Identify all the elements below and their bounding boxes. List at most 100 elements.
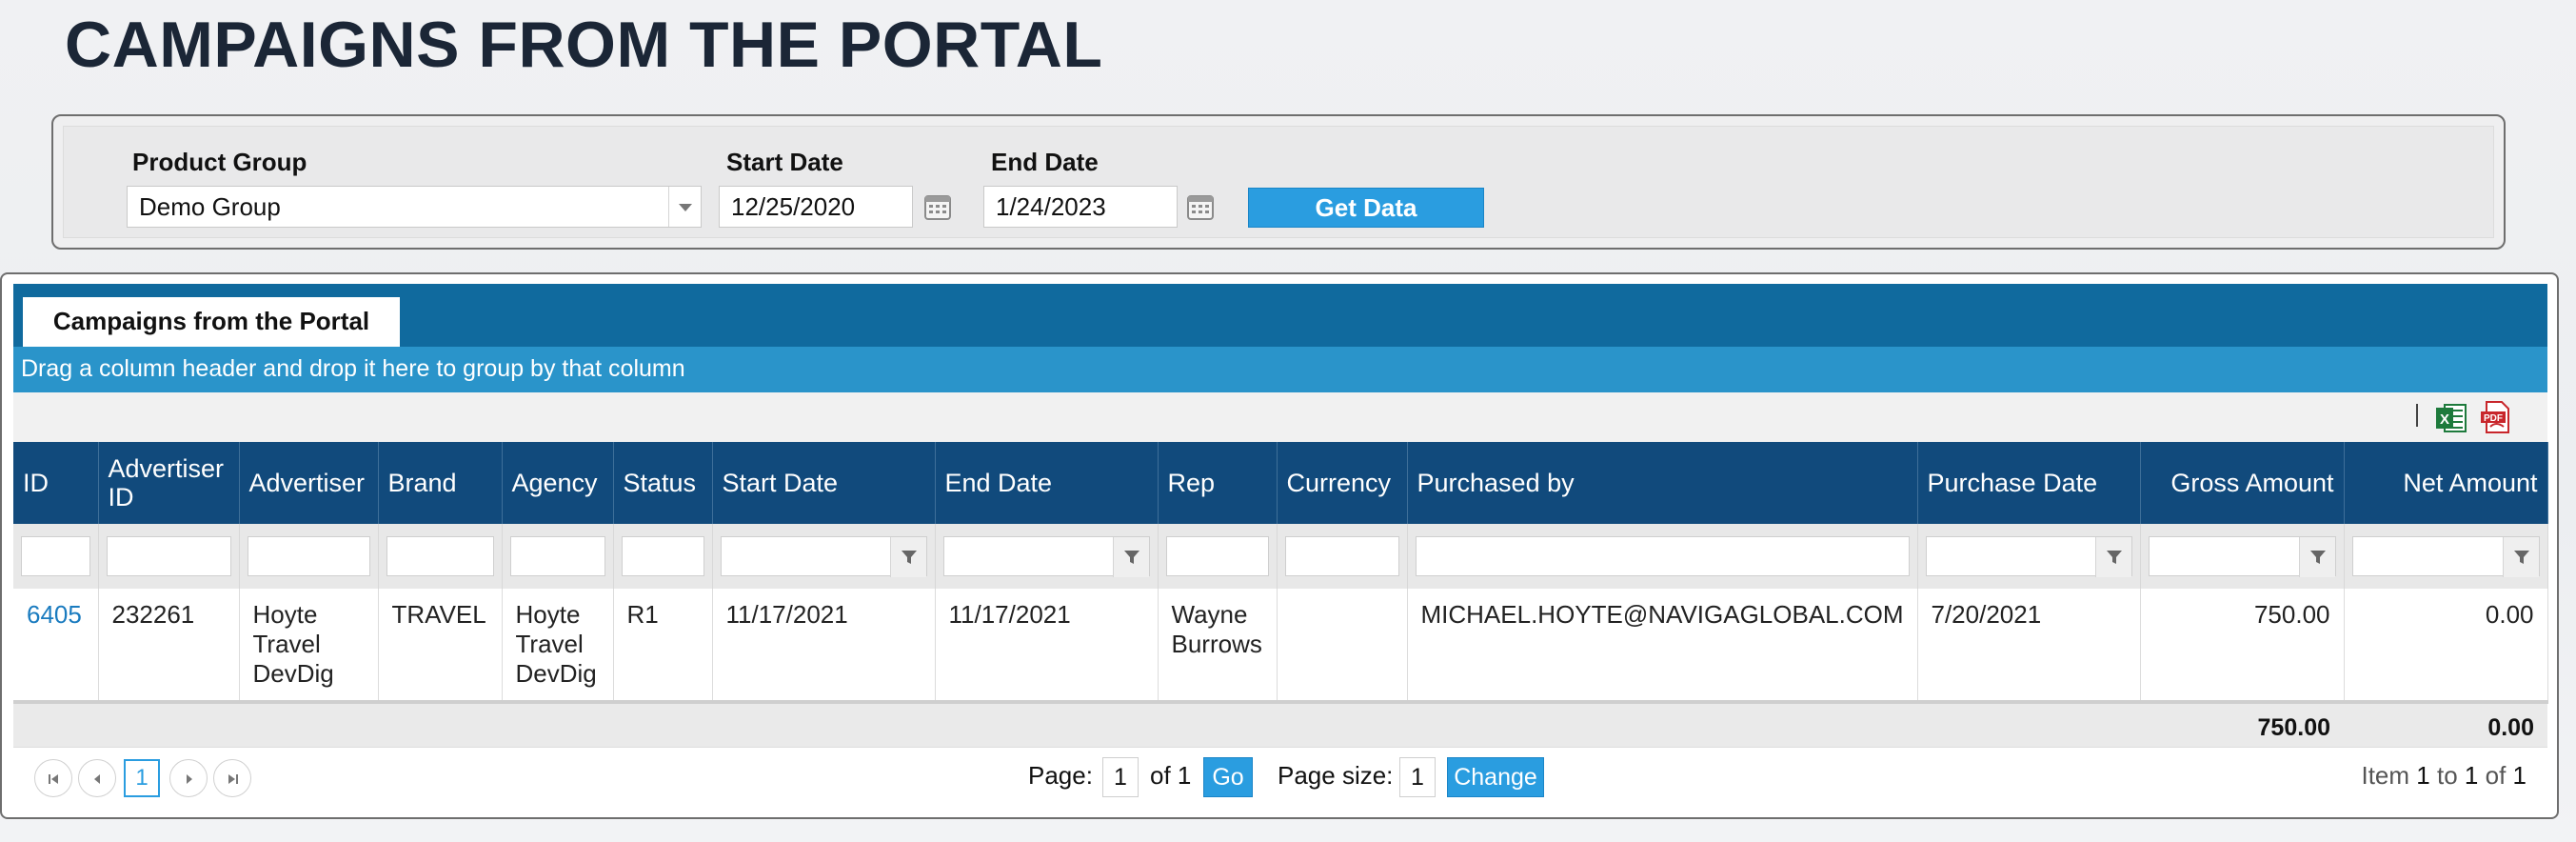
svg-text:PDF: PDF: [2484, 413, 2503, 424]
table-row[interactable]: 6405 232261 Hoyte Travel DevDig TRAVEL H…: [13, 589, 2548, 702]
cell-brand: TRAVEL: [378, 589, 503, 702]
filter-input-brand[interactable]: [386, 536, 494, 576]
cell-agency: Hoyte Travel DevDig: [502, 589, 614, 702]
cell-advertiser-id: 232261: [98, 589, 240, 702]
filter-row: [13, 524, 2548, 589]
tab-strip: Campaigns from the Portal: [13, 284, 2547, 347]
cell-net-amount: 0.00: [2344, 589, 2548, 702]
end-date-label: End Date: [991, 148, 1099, 176]
toolbar-separator: [2416, 404, 2418, 427]
dropdown-arrow-icon[interactable]: [668, 187, 701, 227]
product-group-value: Demo Group: [139, 192, 281, 221]
column-header-advertiser[interactable]: Advertiser: [239, 442, 379, 524]
totals-spacer: [13, 700, 2140, 752]
column-header-net-amount[interactable]: Net Amount: [2344, 442, 2548, 524]
filter-input-rep[interactable]: [1165, 536, 1269, 576]
cell-start-date: 11/17/2021: [712, 589, 936, 702]
cell-rep: Wayne Burrows: [1158, 589, 1278, 702]
filter-input-gross-amount[interactable]: [2148, 536, 2336, 577]
calendar-icon[interactable]: [1185, 191, 1216, 222]
filter-input-purchased-by[interactable]: [1415, 536, 1910, 576]
column-header-purchase-date[interactable]: Purchase Date: [1917, 442, 2141, 524]
filter-input-start-date[interactable]: [720, 536, 927, 577]
column-header-status[interactable]: Status: [613, 442, 713, 524]
filter-icon[interactable]: [2298, 537, 2335, 577]
campaigns-grid: Campaigns from the Portal Drag a column …: [0, 272, 2559, 819]
cell-advertiser: Hoyte Travel DevDig: [239, 589, 379, 702]
end-date-input[interactable]: 1/24/2023: [983, 186, 1178, 228]
filter-input-agency[interactable]: [509, 536, 605, 576]
prev-page-icon: [94, 774, 100, 784]
prev-page-button[interactable]: [78, 759, 116, 797]
first-page-icon: [49, 774, 58, 784]
campaign-id-link[interactable]: 6405: [27, 600, 82, 629]
column-header-currency[interactable]: Currency: [1277, 442, 1408, 524]
filter-input-end-date[interactable]: [942, 536, 1150, 577]
filter-panel: Product Group Start Date End Date Demo G…: [51, 114, 2506, 250]
total-net-amount: 0.00: [2344, 700, 2547, 752]
item-range-info: Item 1 to 1 of 1: [2361, 761, 2526, 791]
data-table: ID Advertiser ID Advertiser Brand Agency…: [13, 442, 2548, 752]
column-header-rep[interactable]: Rep: [1158, 442, 1278, 524]
page-label: Page:: [1028, 761, 1093, 790]
last-page-button[interactable]: [213, 759, 251, 797]
calendar-icon[interactable]: [922, 191, 953, 222]
current-page-indicator[interactable]: 1: [124, 759, 160, 797]
last-page-icon: [228, 774, 238, 784]
item-to-label: to: [2436, 761, 2458, 790]
filter-panel-inner: Product Group Start Date End Date Demo G…: [63, 126, 2494, 238]
filter-input-purchase-date[interactable]: [1925, 536, 2132, 577]
cell-status: R1: [613, 589, 713, 702]
pdf-export-icon[interactable]: PDF: [2479, 400, 2511, 434]
totals-row: 750.00 0.00: [13, 700, 2547, 752]
group-by-drop-area[interactable]: Drag a column header and drop it here to…: [13, 347, 2547, 392]
column-header-purchased-by[interactable]: Purchased by: [1407, 442, 1918, 524]
filter-input-advertiser[interactable]: [247, 536, 370, 576]
tab-campaigns[interactable]: Campaigns from the Portal: [23, 297, 400, 347]
grid-toolbar: X PDF: [13, 392, 2547, 442]
column-header-start-date[interactable]: Start Date: [712, 442, 936, 524]
product-group-select[interactable]: Demo Group: [127, 186, 702, 228]
get-data-button[interactable]: Get Data: [1248, 188, 1484, 228]
page-size-input[interactable]: 1: [1399, 757, 1436, 797]
page-size-label: Page size:: [1278, 761, 1394, 790]
cell-purchased-by: MICHAEL.HOYTE@NAVIGAGLOBAL.COM: [1407, 589, 1918, 702]
svg-text:X: X: [2440, 411, 2449, 428]
column-header-id[interactable]: ID: [13, 442, 99, 524]
column-header-brand[interactable]: Brand: [378, 442, 503, 524]
total-gross-amount: 750.00: [2140, 700, 2344, 752]
filter-input-status[interactable]: [621, 536, 704, 576]
start-date-input[interactable]: 12/25/2020: [719, 186, 913, 228]
column-header-advertiser-id[interactable]: Advertiser ID: [98, 442, 240, 524]
filter-icon[interactable]: [1112, 537, 1149, 577]
filter-icon[interactable]: [2094, 537, 2131, 577]
filter-input-id[interactable]: [21, 536, 90, 576]
first-page-button[interactable]: [34, 759, 72, 797]
filter-icon[interactable]: [889, 537, 926, 577]
item-of-label: of: [2485, 761, 2507, 790]
item-to: 1: [2464, 761, 2479, 790]
product-group-label: Product Group: [132, 148, 307, 176]
item-label: Item: [2361, 761, 2410, 790]
page-number-input[interactable]: 1: [1102, 757, 1139, 797]
cell-currency: [1277, 589, 1408, 702]
column-header-gross-amount[interactable]: Gross Amount: [2140, 442, 2345, 524]
cell-end-date: 11/17/2021: [935, 589, 1159, 702]
column-header-agency[interactable]: Agency: [502, 442, 614, 524]
next-page-icon: [187, 774, 192, 784]
cell-purchase-date: 7/20/2021: [1917, 589, 2141, 702]
next-page-button[interactable]: [169, 759, 208, 797]
column-header-end-date[interactable]: End Date: [935, 442, 1159, 524]
cell-gross-amount: 750.00: [2140, 589, 2345, 702]
item-total: 1: [2512, 761, 2526, 790]
excel-export-icon[interactable]: X: [2435, 402, 2467, 434]
start-date-label: Start Date: [726, 148, 843, 176]
filter-icon[interactable]: [2502, 537, 2539, 577]
page-of-label: of 1: [1150, 761, 1192, 790]
go-button[interactable]: Go: [1203, 757, 1253, 797]
filter-input-currency[interactable]: [1284, 536, 1399, 576]
column-headers: ID Advertiser ID Advertiser Brand Agency…: [13, 442, 2548, 524]
filter-input-advertiser-id[interactable]: [106, 536, 231, 576]
filter-input-net-amount[interactable]: [2351, 536, 2540, 577]
change-page-size-button[interactable]: Change: [1447, 757, 1544, 797]
